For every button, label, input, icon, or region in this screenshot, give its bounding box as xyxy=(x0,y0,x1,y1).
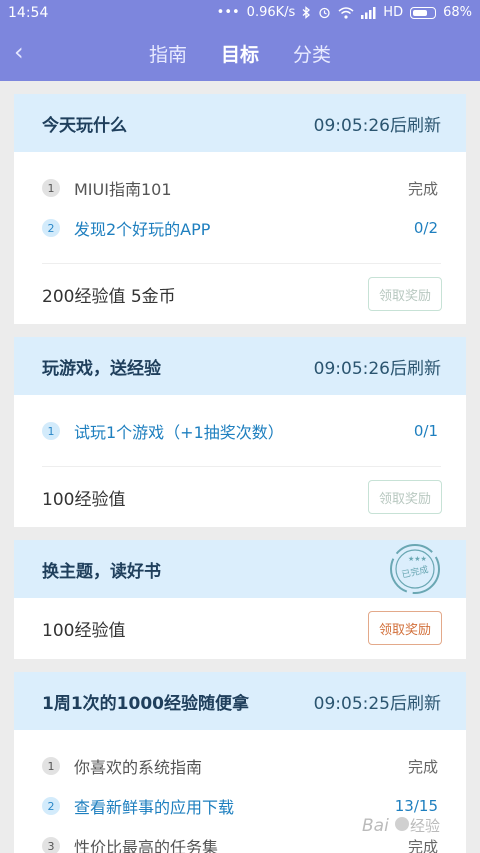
signal-icon xyxy=(361,6,376,19)
tab-goals[interactable]: 目标 xyxy=(221,40,259,67)
alarm-icon xyxy=(319,7,330,19)
tab-bar: 指南 目标 分类 xyxy=(0,25,480,81)
task-label: 查看新鲜事的应用下载 xyxy=(74,798,235,817)
status-indicators: ••• 0.96K/s HD 68% xyxy=(217,5,472,20)
reward-row: 100经验值 领取奖励 xyxy=(14,467,466,527)
task-row[interactable]: 2 发现2个好玩的APP 0/2 xyxy=(14,208,466,248)
tab-categories[interactable]: 分类 xyxy=(293,40,331,67)
card-title: 玩游戏，送经验 xyxy=(42,358,161,379)
bluetooth-icon xyxy=(302,6,311,19)
task-label: 性价比最高的任务集 xyxy=(74,838,219,853)
svg-text:Bai: Bai xyxy=(362,816,389,836)
reward-row: 100经验值 领取奖励 xyxy=(14,598,466,658)
card-title: 1周1次的1000经验随便拿 xyxy=(42,693,249,714)
task-card: 今天玩什么 09:05:26后刷新 1 MIUI指南101 完成 2 发现2个好… xyxy=(14,94,466,324)
refresh-countdown: 09:05:26后刷新 xyxy=(313,115,441,136)
claim-reward-button[interactable]: 领取奖励 xyxy=(368,611,442,645)
battery-percent: 68% xyxy=(443,5,472,20)
task-number: 1 xyxy=(42,757,60,775)
network-speed: 0.96K/s xyxy=(246,5,296,20)
card-header: 换主题，读好书 ★★★ 已完成 xyxy=(14,540,466,598)
svg-text:经验: 经验 xyxy=(410,817,440,835)
claim-reward-button[interactable]: 领取奖励 xyxy=(368,480,442,514)
completed-stamp-icon: ★★★ 已完成 xyxy=(390,544,440,594)
reward-text: 200经验值 5金币 xyxy=(42,286,176,307)
reward-row: 200经验值 5金币 领取奖励 xyxy=(14,264,466,324)
task-number: 3 xyxy=(42,837,60,853)
task-row[interactable]: 1 MIUI指南101 完成 xyxy=(14,168,466,208)
more-dots-icon: ••• xyxy=(216,5,240,20)
refresh-countdown: 09:05:26后刷新 xyxy=(313,358,441,379)
status-time: 14:54 xyxy=(8,4,49,21)
reward-text: 100经验值 xyxy=(42,620,126,641)
task-card: 玩游戏，送经验 09:05:26后刷新 1 试玩1个游戏（+1抽奖次数） 0/1… xyxy=(14,337,466,527)
task-number: 2 xyxy=(42,797,60,815)
task-number: 1 xyxy=(42,179,60,197)
task-label: 试玩1个游戏（+1抽奖次数） xyxy=(74,423,284,442)
wifi-icon xyxy=(338,6,354,19)
card-header: 1周1次的1000经验随便拿 09:05:25后刷新 xyxy=(14,672,466,730)
network-type: HD xyxy=(383,5,404,20)
task-status: 0/1 xyxy=(413,422,438,440)
top-nav: ‹ 指南 目标 分类 xyxy=(0,25,480,81)
task-row[interactable]: 1 你喜欢的系统指南 完成 xyxy=(14,746,466,786)
task-label: MIUI指南101 xyxy=(74,180,172,199)
card-header: 今天玩什么 09:05:26后刷新 xyxy=(14,94,466,152)
stamp-text: 已完成 xyxy=(401,563,430,580)
claim-reward-button[interactable]: 领取奖励 xyxy=(368,277,442,311)
task-status: 0/2 xyxy=(413,219,438,237)
task-number: 2 xyxy=(42,219,60,237)
refresh-countdown: 09:05:25后刷新 xyxy=(313,693,441,714)
task-number: 1 xyxy=(42,422,60,440)
battery-icon xyxy=(410,6,437,19)
task-card: 换主题，读好书 ★★★ 已完成 100经验值 领取奖励 xyxy=(14,540,466,659)
task-label: 你喜欢的系统指南 xyxy=(74,758,203,777)
task-row[interactable]: 1 试玩1个游戏（+1抽奖次数） 0/1 xyxy=(14,411,466,451)
status-bar: 14:54 ••• 0.96K/s HD 68% xyxy=(0,0,480,25)
task-status: 完成 xyxy=(407,179,438,198)
card-header: 玩游戏，送经验 09:05:26后刷新 xyxy=(14,337,466,395)
svg-text:★★★: ★★★ xyxy=(408,555,427,563)
task-label: 发现2个好玩的APP xyxy=(74,220,211,239)
reward-text: 100经验值 xyxy=(42,489,126,510)
tab-guide[interactable]: 指南 xyxy=(149,40,187,67)
card-title: 换主题，读好书 xyxy=(42,561,161,582)
card-title: 今天玩什么 xyxy=(42,115,127,136)
baidu-watermark-logo: Bai 经验 xyxy=(362,816,440,836)
task-status: 完成 xyxy=(407,757,438,776)
